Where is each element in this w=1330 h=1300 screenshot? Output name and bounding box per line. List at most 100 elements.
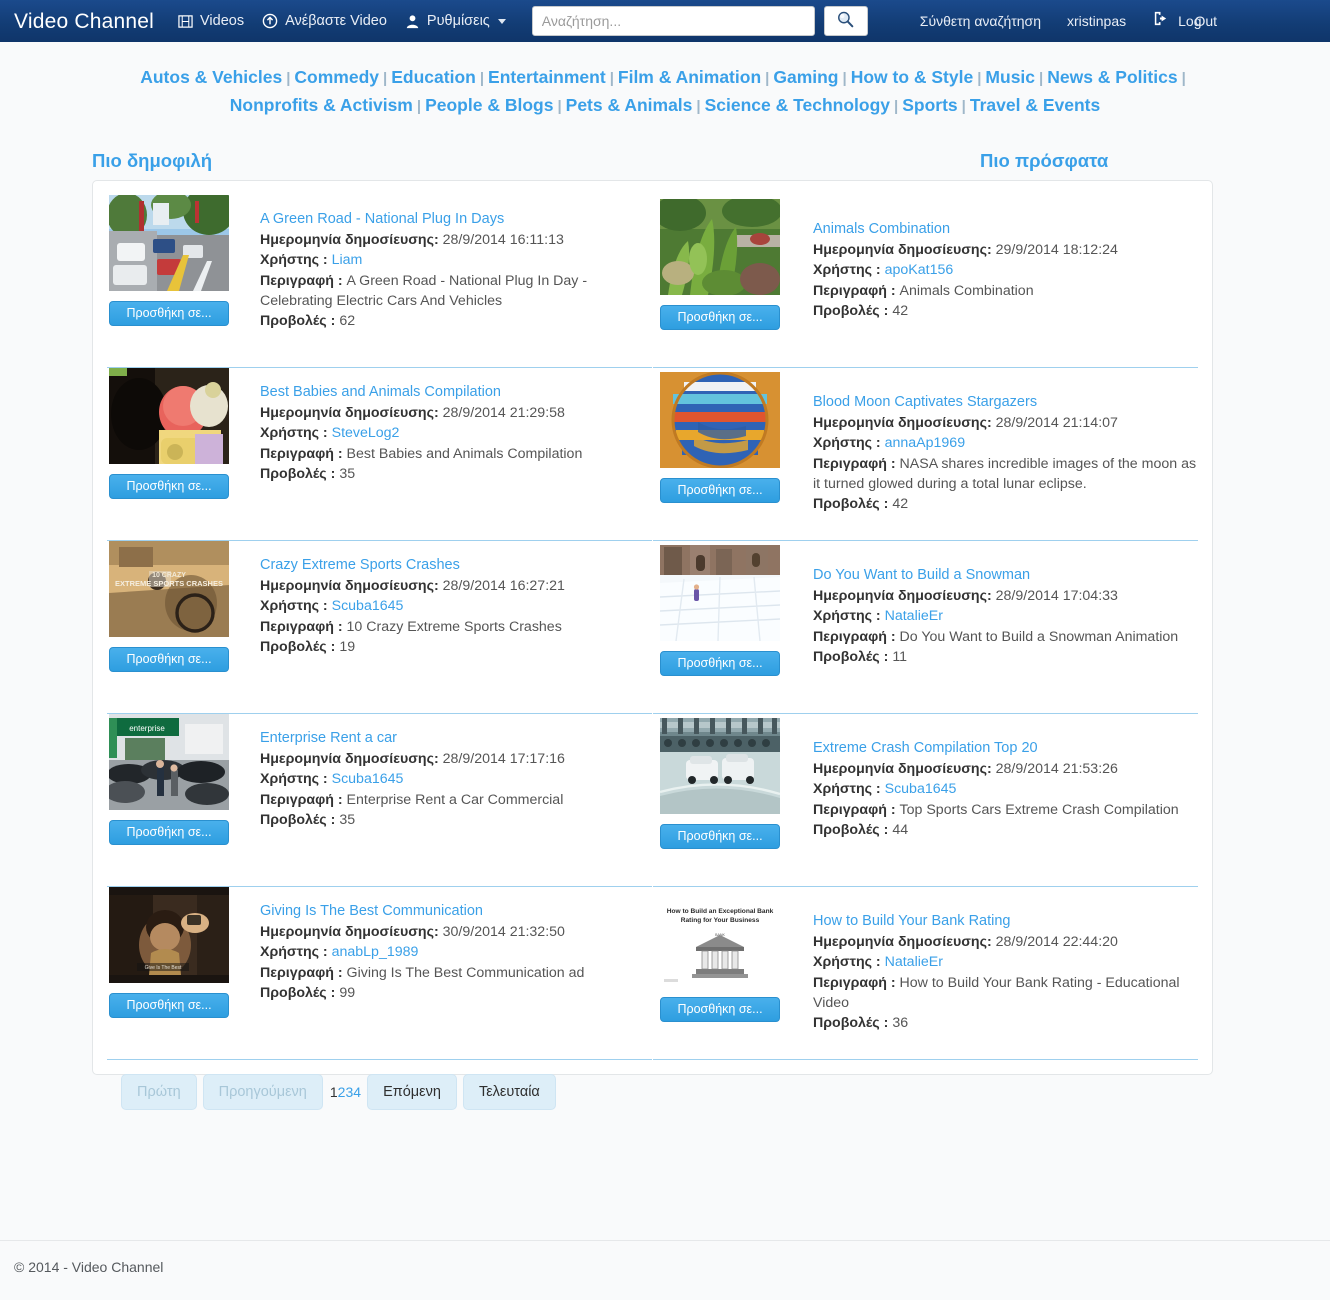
thumb-cell: Give Is The Best Προσθήκη σε...	[107, 887, 241, 1053]
add-to-button[interactable]: Προσθήκη σε...	[109, 647, 229, 672]
video-thumbnail[interactable]	[660, 545, 780, 641]
add-to-button[interactable]: Προσθήκη σε...	[109, 993, 229, 1018]
logout-group[interactable]: Log Out	[1152, 10, 1217, 32]
add-to-button[interactable]: Προσθήκη σε...	[660, 478, 780, 503]
pager-next-button[interactable]: Επόμενη	[367, 1074, 457, 1110]
category-pets-animals[interactable]: Pets & Animals	[566, 95, 693, 115]
video-user-link[interactable]: Scuba1645	[332, 598, 404, 614]
advanced-search-link[interactable]: Σύνθετη αναζήτηση	[920, 14, 1041, 28]
pager-page-1-current: 1	[329, 1084, 338, 1100]
video-info: A Green Road - National Plug In Days Ημε…	[241, 195, 652, 361]
nav-settings[interactable]: Ρυθμίσεις	[405, 14, 506, 29]
category-entertainment[interactable]: Entertainment	[488, 67, 606, 87]
video-thumbnail[interactable]	[660, 199, 780, 295]
video-thumbnail[interactable]	[660, 718, 780, 814]
category-gaming[interactable]: Gaming	[773, 67, 838, 87]
views-value: 35	[339, 465, 356, 482]
video-date: Ημερομηνία δημοσίευσης: 28/9/2014 22:44:…	[813, 932, 1198, 952]
category-nonprofits-activism[interactable]: Nonprofits & Activism	[230, 95, 413, 115]
heading-most-recent[interactable]: Πιο πρόσφατα	[980, 150, 1108, 172]
video-row: enterprise Προσθήκη σε... Enterprise Ren…	[107, 714, 652, 887]
video-thumbnail[interactable]: How to Build an Exceptional Bank Rating …	[660, 891, 780, 987]
video-title-link[interactable]: Enterprise Rent a car	[260, 728, 652, 748]
user-icon	[405, 14, 420, 29]
video-title-link[interactable]: Extreme Crash Compilation Top 20	[813, 738, 1198, 758]
video-user-link[interactable]: SteveLog2	[332, 425, 400, 441]
video-title-link[interactable]: Animals Combination	[813, 219, 1198, 239]
video-thumbnail[interactable]: 10 CRAZY EXTREME SPORTS CRASHES	[109, 541, 229, 637]
page-footer: © 2014 - Video Channel	[0, 1240, 1330, 1275]
video-user-link[interactable]: apoKat156	[885, 262, 954, 278]
date-value: 30/9/2014 21:32:50	[442, 924, 565, 941]
category-how-to-style[interactable]: How to & Style	[851, 67, 974, 87]
pager-page-4[interactable]: 4	[353, 1084, 361, 1100]
video-title-link[interactable]: Blood Moon Captivates Stargazers	[813, 392, 1198, 412]
brand-logo[interactable]: Video Channel	[14, 11, 154, 32]
video-title-link[interactable]: Giving Is The Best Communication	[260, 901, 652, 921]
video-info: Crazy Extreme Sports Crashes Ημερομηνία …	[241, 541, 652, 707]
video-thumbnail[interactable]	[109, 195, 229, 291]
add-to-button[interactable]: Προσθήκη σε...	[660, 824, 780, 849]
add-to-button[interactable]: Προσθήκη σε...	[109, 474, 229, 499]
video-title-link[interactable]: Crazy Extreme Sports Crashes	[260, 555, 652, 575]
video-user-link[interactable]: NatalieEr	[885, 608, 943, 624]
recent-column: Προσθήκη σε... Animals Combination Ημερο…	[653, 195, 1198, 1060]
user-label: Χρήστης :	[260, 425, 328, 442]
video-user-link[interactable]: anabLp_1989	[332, 944, 419, 960]
user-label: Χρήστης :	[260, 252, 328, 269]
category-people-blogs[interactable]: People & Blogs	[425, 95, 553, 115]
nav-videos[interactable]: Videos	[178, 14, 244, 29]
description-value: Top Sports Cars Extreme Crash Compilatio…	[899, 801, 1179, 818]
views-label: Προβολές :	[813, 496, 889, 513]
video-thumbnail[interactable]	[660, 372, 780, 468]
heading-most-popular[interactable]: Πιο δημοφιλή	[92, 150, 212, 172]
video-user: Χρήστης : apoKat156	[813, 260, 1198, 280]
search-input[interactable]	[531, 6, 815, 36]
username-link[interactable]: xristinpas	[1067, 14, 1126, 28]
add-to-button[interactable]: Προσθήκη σε...	[109, 820, 229, 845]
pager-last-button[interactable]: Τελευταία	[462, 1074, 556, 1110]
video-thumbnail[interactable]: enterprise	[109, 714, 229, 810]
video-title-link[interactable]: Do You Want to Build a Snowman	[813, 565, 1198, 585]
category-commedy[interactable]: Commedy	[294, 67, 379, 87]
add-to-button[interactable]: Προσθήκη σε...	[660, 305, 780, 330]
category-science-technology[interactable]: Science & Technology	[705, 95, 890, 115]
video-user-link[interactable]: Scuba1645	[332, 771, 404, 787]
pager-first-button[interactable]: Πρώτη	[121, 1074, 197, 1110]
pager-previous-button[interactable]: Προηγούμενη	[202, 1074, 323, 1110]
date-value: 29/9/2014 18:12:24	[995, 242, 1118, 259]
video-user-link[interactable]: annaAp1969	[885, 435, 965, 451]
nav-upload-video[interactable]: Ανέβαστε Video	[262, 13, 387, 29]
add-to-button[interactable]: Προσθήκη σε...	[660, 997, 780, 1022]
category-news-politics[interactable]: News & Politics	[1047, 67, 1177, 87]
category-travel-events[interactable]: Travel & Events	[970, 95, 1100, 115]
description-label: Περιγραφή :	[813, 974, 896, 991]
out-label[interactable]: Out	[1194, 14, 1217, 28]
video-user-link[interactable]: NatalieEr	[885, 954, 943, 970]
add-to-button[interactable]: Προσθήκη σε...	[660, 651, 780, 676]
category-autos-vehicles[interactable]: Autos & Vehicles	[140, 67, 282, 87]
video-title-link[interactable]: A Green Road - National Plug In Days	[260, 209, 652, 229]
search-button[interactable]	[823, 6, 868, 36]
thumb-cell: enterprise Προσθήκη σε...	[107, 714, 241, 880]
video-title-link[interactable]: Best Babies and Animals Compilation	[260, 382, 652, 402]
video-user: Χρήστης : SteveLog2	[260, 423, 652, 443]
category-film-animation[interactable]: Film & Animation	[618, 67, 761, 87]
video-thumbnail[interactable]	[109, 368, 229, 464]
video-title-link[interactable]: How to Build Your Bank Rating	[813, 911, 1198, 931]
category-education[interactable]: Education	[391, 67, 476, 87]
category-music[interactable]: Music	[985, 67, 1035, 87]
video-user: Χρήστης : Scuba1645	[813, 779, 1198, 799]
user-label: Χρήστης :	[813, 608, 881, 625]
video-user-link[interactable]: Liam	[332, 252, 363, 268]
add-to-button[interactable]: Προσθήκη σε...	[109, 301, 229, 326]
separator: |	[894, 98, 899, 115]
separator: |	[416, 98, 422, 115]
popular-column: Προσθήκη σε... A Green Road - National P…	[107, 195, 652, 1060]
video-date: Ημερομηνία δημοσίευσης: 28/9/2014 17:17:…	[260, 749, 652, 769]
video-date: Ημερομηνία δημοσίευσης: 30/9/2014 21:32:…	[260, 922, 652, 942]
video-user-link[interactable]: Scuba1645	[885, 781, 957, 797]
category-sports[interactable]: Sports	[902, 95, 957, 115]
video-description: Περιγραφή : 10 Crazy Extreme Sports Cras…	[260, 617, 652, 637]
video-thumbnail[interactable]: Give Is The Best	[109, 887, 229, 983]
